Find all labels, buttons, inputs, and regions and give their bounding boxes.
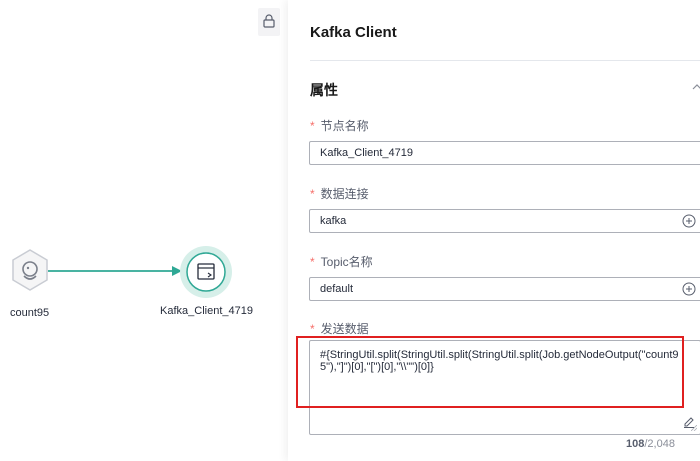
topic-select[interactable]: default: [309, 277, 700, 301]
add-circle-icon[interactable]: [682, 214, 696, 228]
properties-panel: Kafka Client 属性 * 节点名称 Kafka_Client_4719 …: [288, 0, 700, 461]
char-max: /2,048: [644, 438, 675, 450]
required-mark: *: [310, 187, 315, 201]
required-mark: *: [310, 119, 315, 133]
required-mark: *: [310, 255, 315, 269]
node-name-input[interactable]: Kafka_Client_4719: [309, 141, 700, 165]
lock-button[interactable]: [258, 8, 280, 36]
node-name-label: * 节点名称: [310, 119, 369, 133]
node-label-count95: count95: [10, 307, 50, 319]
char-counter: 108/2,048: [626, 438, 675, 450]
highlight-box: [296, 336, 684, 408]
topic-label: * Topic名称: [310, 255, 373, 269]
edge-arrow: [48, 266, 182, 276]
panel-title: Kafka Client: [310, 24, 397, 41]
node-label-kafka-client: Kafka_Client_4719: [160, 305, 253, 317]
data-connection-select[interactable]: kafka: [309, 209, 700, 233]
required-mark: *: [310, 322, 315, 336]
char-count: 108: [626, 438, 645, 450]
add-circle-icon[interactable]: [682, 282, 696, 296]
section-title: 属性: [310, 82, 338, 98]
edit-pencil-icon[interactable]: [682, 414, 696, 428]
hexagon-node-icon[interactable]: [8, 248, 52, 292]
chevron-up-icon[interactable]: [692, 82, 700, 92]
kafka-client-node-icon[interactable]: [178, 244, 234, 300]
workflow-canvas[interactable]: count95 Kafka_Client_4719: [0, 0, 288, 461]
lock-icon: [263, 13, 275, 31]
divider: [310, 60, 700, 61]
send-data-label: * 发送数据: [310, 322, 369, 336]
data-connection-label: * 数据连接: [310, 187, 369, 201]
